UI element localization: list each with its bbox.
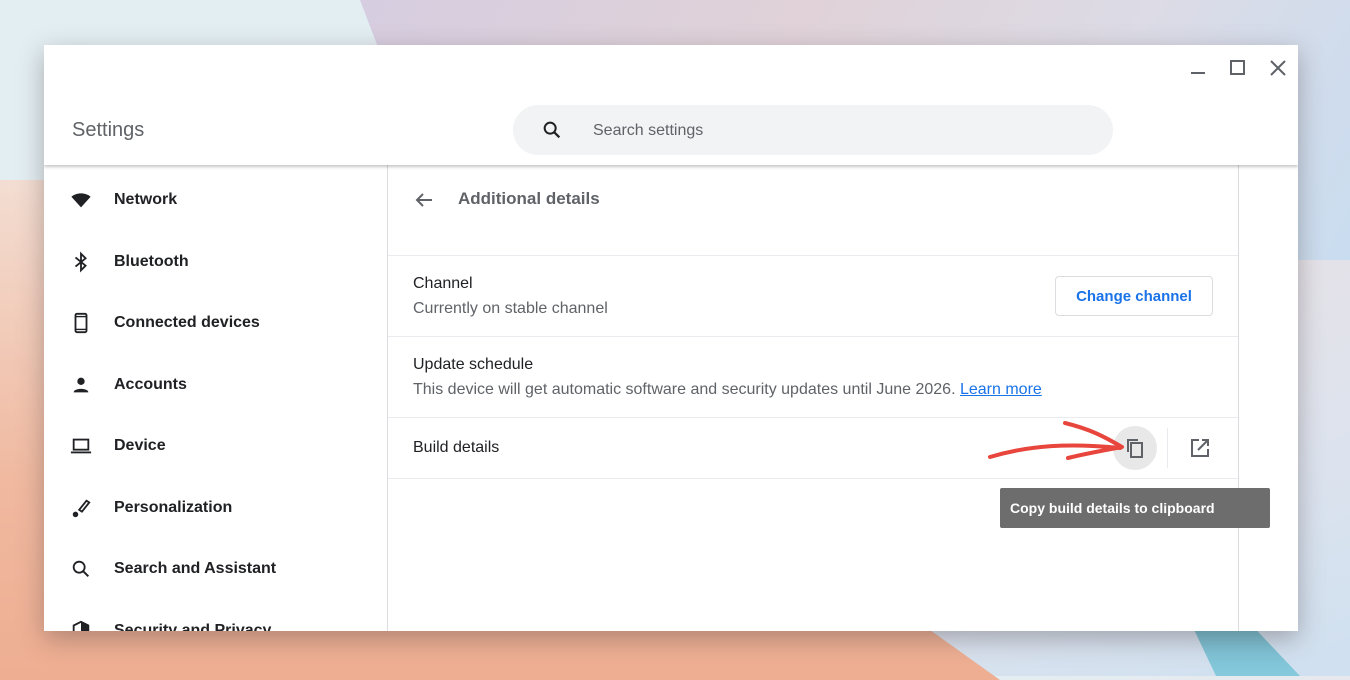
sidebar-item-label: Device	[114, 437, 166, 454]
tooltip: Copy build details to clipboard	[1000, 488, 1270, 528]
channel-subtitle: Currently on stable channel	[413, 300, 608, 317]
laptop-icon	[70, 435, 92, 457]
open-in-new-icon	[1191, 439, 1209, 457]
sidebar-item-bluetooth[interactable]: Bluetooth	[44, 240, 387, 284]
update-schedule-text: This device will get automatic software …	[413, 381, 956, 398]
main-content: Additional details Channel Currently on …	[388, 165, 1239, 631]
sidebar-item-label: Personalization	[114, 499, 233, 516]
channel-title: Channel	[413, 275, 473, 292]
search-bar[interactable]	[513, 105, 1113, 157]
change-channel-button[interactable]: Change channel	[1055, 276, 1213, 316]
sidebar-item-network[interactable]: Network	[44, 178, 387, 222]
sidebar-item-device[interactable]: Device	[44, 424, 387, 468]
brush-icon	[70, 497, 92, 519]
build-details-row: Build details	[388, 417, 1238, 479]
app-title: Settings	[72, 119, 145, 141]
sidebar-item-label: Network	[114, 191, 178, 208]
minimize-button[interactable]	[1187, 57, 1209, 79]
back-button[interactable]	[412, 188, 436, 212]
sidebar-item-label: Search and Assistant	[114, 560, 277, 577]
sidebar-item-connected-devices[interactable]: Connected devices	[44, 301, 387, 345]
close-button[interactable]	[1267, 57, 1289, 79]
bluetooth-icon	[70, 251, 92, 273]
build-details-title: Build details	[413, 439, 500, 456]
arrow-back-icon	[415, 193, 432, 207]
sidebar-item-label: Accounts	[114, 376, 187, 393]
settings-window: Settings Network B	[44, 45, 1298, 631]
sidebar-item-security-and-privacy[interactable]: Security and Privacy	[44, 609, 387, 631]
minimize-icon	[1191, 72, 1205, 74]
maximize-button[interactable]	[1227, 57, 1249, 79]
sidebar-item-label: Connected devices	[114, 314, 260, 331]
sidebar-item-accounts[interactable]: Accounts	[44, 363, 387, 407]
header: Settings	[44, 45, 1298, 165]
update-schedule-row: Update schedule This device will get aut…	[388, 336, 1238, 417]
channel-row: Channel Currently on stable channel Chan…	[388, 255, 1238, 336]
wifi-icon	[70, 189, 92, 211]
person-icon	[70, 374, 92, 396]
copy-icon	[1127, 439, 1143, 458]
update-schedule-subtitle: This device will get automatic software …	[413, 381, 1042, 399]
update-schedule-title: Update schedule	[413, 356, 534, 373]
divider	[1167, 428, 1168, 468]
close-icon	[1270, 60, 1286, 76]
search-icon	[70, 558, 92, 580]
sidebar: Network Bluetooth Connected devices Acco…	[44, 165, 388, 631]
maximize-icon	[1230, 60, 1245, 75]
open-build-details-button[interactable]	[1180, 428, 1220, 468]
shield-icon	[70, 620, 92, 631]
search-input[interactable]	[591, 105, 1075, 157]
sidebar-item-search-and-assistant[interactable]: Search and Assistant	[44, 547, 387, 591]
search-icon	[543, 121, 561, 139]
phone-icon	[70, 312, 92, 334]
sidebar-item-personalization[interactable]: Personalization	[44, 486, 387, 530]
learn-more-link[interactable]: Learn more	[960, 381, 1042, 398]
page-title: Additional details	[458, 189, 600, 208]
sidebar-item-label: Bluetooth	[114, 253, 189, 270]
copy-build-details-button[interactable]	[1113, 426, 1157, 470]
sidebar-item-label: Security and Privacy	[114, 622, 272, 631]
